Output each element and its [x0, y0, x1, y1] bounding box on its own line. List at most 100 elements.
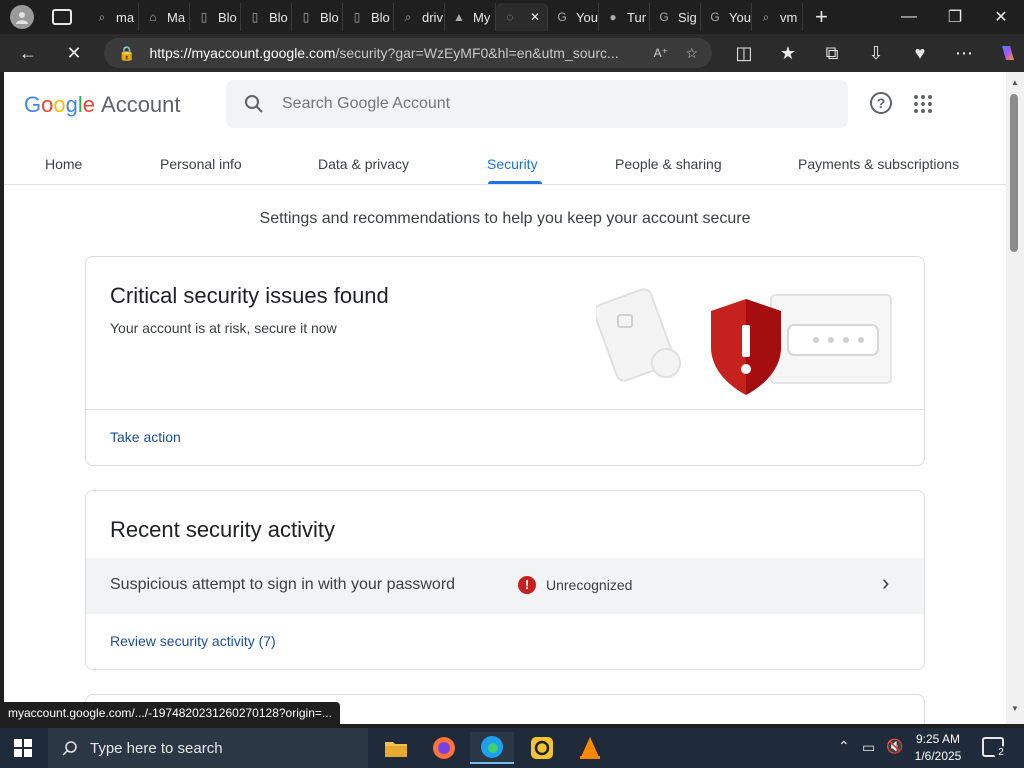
- taskbar-search[interactable]: Type here to search: [48, 728, 368, 768]
- stop-loading-icon[interactable]: ✕: [56, 38, 92, 68]
- browser-tab[interactable]: G Sig: [650, 3, 701, 31]
- copilot-icon[interactable]: [986, 38, 1024, 68]
- activity-event: Suspicious attempt to sign in with your …: [110, 576, 456, 593]
- google-icon: G: [710, 10, 720, 24]
- split-screen-icon[interactable]: ◫: [722, 38, 766, 68]
- firefox-icon[interactable]: [422, 732, 466, 764]
- take-action-link[interactable]: Take action: [110, 429, 181, 445]
- recent-activity-title: Recent security activity: [110, 517, 335, 542]
- browser-tab[interactable]: ▯ Blo: [343, 3, 394, 31]
- read-aloud-icon[interactable]: A⁺: [654, 46, 668, 60]
- search-icon: [62, 741, 77, 756]
- tab-security[interactable]: Security: [487, 156, 538, 172]
- search-input[interactable]: [282, 95, 802, 113]
- browser-navbar: ← ✕ 🔒 https://myaccount.google.com /secu…: [0, 34, 1024, 72]
- browser-tab[interactable]: ▯ Blo: [292, 3, 343, 31]
- browser-tab-label: ma: [116, 9, 135, 25]
- minimize-icon[interactable]: —: [886, 0, 932, 34]
- document-icon: ▯: [200, 10, 208, 24]
- browser-tab-label: Blo: [320, 9, 339, 25]
- more-menu-icon[interactable]: ⋯: [942, 38, 986, 68]
- page-content: Google Account ? Home Personal info Data…: [4, 72, 1006, 724]
- windows-taskbar: Type here to search ⌃ ▭ 🔇 9:25 AM 1/6/20…: [0, 728, 1024, 768]
- back-arrow-icon[interactable]: ←: [10, 38, 46, 68]
- taskbar-search-text: Type here to search: [90, 739, 223, 757]
- browser-tab[interactable]: ▯ Blo: [241, 3, 292, 31]
- file-explorer-icon[interactable]: [374, 732, 418, 764]
- loading-icon: ◌: [506, 10, 514, 24]
- warning-icon: !: [518, 576, 536, 594]
- help-icon[interactable]: ?: [870, 92, 892, 114]
- browser-tab[interactable]: ⌂ Ma: [139, 3, 190, 31]
- browser-essentials-icon[interactable]: ♥: [898, 38, 942, 68]
- document-icon: ▯: [251, 10, 259, 24]
- browser-tab-label: driv: [422, 9, 443, 25]
- volume-muted-icon[interactable]: 🔇: [886, 738, 903, 755]
- browser-titlebar: ⌕ ma ⌂ Ma ▯ Blo ▯ Blo ▯ Blo ▯ Blo ⌕ driv ▲ My ◌ ✕ G You ● Tur…: [0, 0, 1024, 34]
- clock-date: 1/6/2025: [914, 749, 962, 763]
- google-account-logo[interactable]: Google Account: [24, 92, 181, 118]
- browser-tab[interactable]: G You: [701, 3, 752, 31]
- tab-people-sharing[interactable]: People & sharing: [615, 156, 722, 172]
- site-info-icon[interactable]: 🔒: [118, 45, 135, 62]
- browser-tab[interactable]: ⌕ driv: [394, 3, 445, 31]
- review-activity-link[interactable]: Review security activity (7): [110, 633, 276, 649]
- globe-icon: ●: [609, 10, 617, 24]
- tab-actions-icon[interactable]: [52, 9, 72, 25]
- clock-time: 9:25 AM: [915, 732, 961, 746]
- logo-letter: e: [82, 92, 96, 117]
- new-tab-icon[interactable]: +: [815, 4, 828, 30]
- browser-tab-label: Blo: [269, 9, 288, 25]
- search-icon: ⌕: [98, 9, 106, 24]
- browser-tab[interactable]: ▯ Blo: [190, 3, 241, 31]
- browser-tab[interactable]: ● Tur: [599, 3, 650, 31]
- browser-tab-label: Blo: [371, 9, 390, 25]
- activity-row[interactable]: Suspicious attempt to sign in with your …: [86, 558, 924, 614]
- browser-tab[interactable]: ⌕ ma: [88, 3, 139, 31]
- collections-icon[interactable]: ⧉: [810, 38, 854, 68]
- browser-tab[interactable]: ◌ ✕: [496, 3, 548, 31]
- browser-tab-label: Sig: [678, 9, 697, 25]
- document-icon: ▯: [302, 10, 310, 24]
- app-icon[interactable]: [520, 732, 564, 764]
- close-window-icon[interactable]: ✕: [978, 0, 1024, 34]
- address-bar[interactable]: 🔒 https://myaccount.google.com /security…: [104, 38, 712, 68]
- tray-chevron-icon[interactable]: ⌃: [838, 738, 850, 755]
- browser-tab[interactable]: ▲ My: [445, 3, 496, 31]
- close-tab-icon[interactable]: ✕: [530, 10, 540, 24]
- logo-letter: o: [53, 92, 66, 117]
- tab-personal-info[interactable]: Personal info: [160, 156, 242, 172]
- tab-data-privacy[interactable]: Data & privacy: [318, 156, 409, 172]
- notification-count: 2: [994, 746, 1008, 760]
- scroll-up-icon[interactable]: ▲: [1011, 78, 1019, 87]
- scrollbar-thumb[interactable]: [1010, 94, 1018, 252]
- search-icon: ⌕: [404, 9, 412, 24]
- page-scrollbar[interactable]: ▲ ▼: [1006, 72, 1024, 724]
- vlc-icon[interactable]: [568, 732, 612, 764]
- selected-tab-indicator: [488, 181, 542, 184]
- network-icon[interactable]: ▭: [862, 739, 875, 756]
- favorite-star-icon[interactable]: ☆: [685, 45, 698, 62]
- browser-tab[interactable]: ⌕ vm: [752, 3, 803, 31]
- card-divider: [86, 409, 924, 410]
- downloads-icon[interactable]: ⇩: [854, 38, 898, 68]
- edge-icon[interactable]: [470, 732, 514, 764]
- tab-payments-subscriptions[interactable]: Payments & subscriptions: [798, 156, 959, 172]
- apps-grid-icon[interactable]: [914, 95, 932, 113]
- restore-icon[interactable]: ❐: [932, 0, 978, 34]
- start-windows-icon[interactable]: [14, 739, 32, 757]
- browser-tab-label: Tur: [627, 9, 647, 25]
- browser-tab-label: vm: [780, 9, 798, 25]
- logo-letter: g: [65, 92, 78, 117]
- scroll-down-icon[interactable]: ▼: [1011, 704, 1019, 713]
- document-icon: ▯: [353, 10, 361, 24]
- profile-icon[interactable]: [10, 5, 34, 29]
- logo-letter: G: [24, 92, 42, 117]
- tab-home[interactable]: Home: [45, 156, 82, 172]
- browser-tab-label: You: [729, 9, 751, 25]
- favorites-icon[interactable]: ★: [766, 38, 810, 68]
- browser-tab[interactable]: G You: [548, 3, 599, 31]
- search-icon: [245, 95, 263, 113]
- account-search-box[interactable]: [226, 80, 848, 128]
- clock[interactable]: 9:25 AM 1/6/2025: [910, 731, 966, 765]
